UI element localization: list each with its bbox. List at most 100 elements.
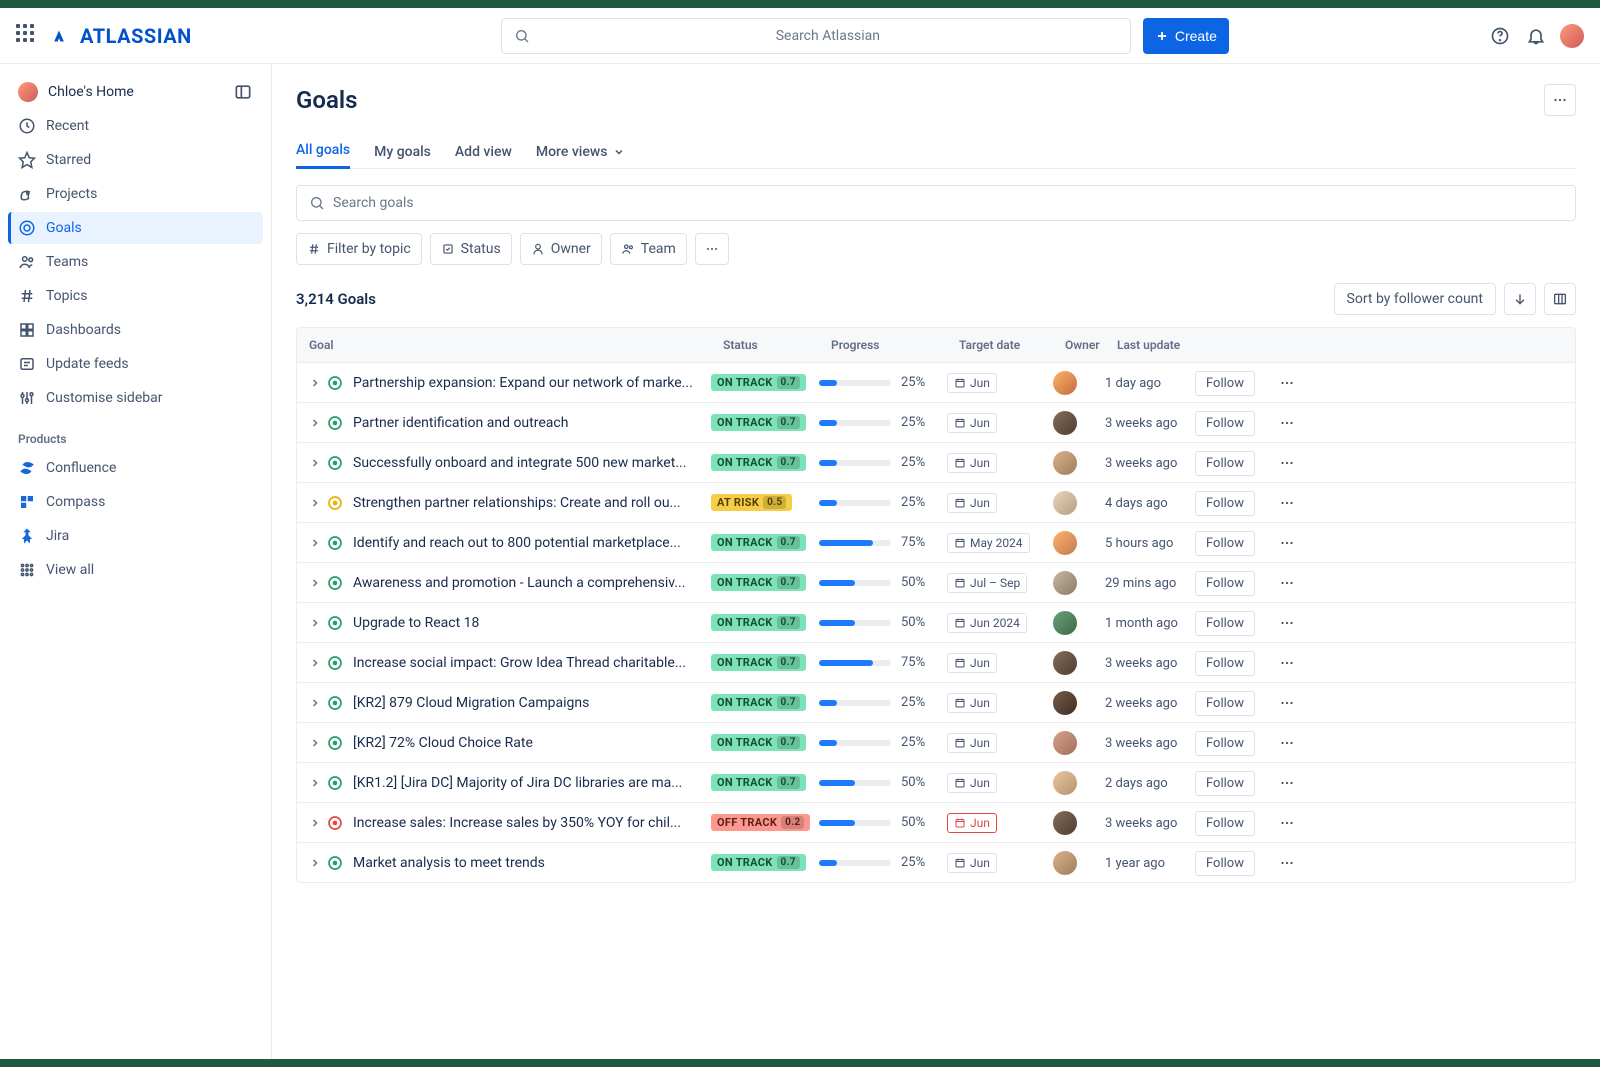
goal-name[interactable]: [KR2] 879 Cloud Migration Campaigns (345, 695, 711, 711)
help-icon[interactable] (1488, 24, 1512, 48)
follow-button[interactable]: Follow (1195, 691, 1255, 716)
follow-button[interactable]: Follow (1195, 451, 1255, 476)
row-more-actions[interactable] (1267, 854, 1307, 872)
sort-direction-button[interactable] (1504, 283, 1536, 315)
header-target-date[interactable]: Target date (959, 338, 1065, 352)
owner-avatar[interactable] (1053, 771, 1077, 795)
expand-row[interactable] (305, 817, 325, 829)
owner-avatar[interactable] (1053, 651, 1077, 675)
header-last-update[interactable]: Last update (1117, 338, 1207, 352)
notifications-icon[interactable] (1524, 24, 1548, 48)
sidebar-item-dashboards[interactable]: Dashboards (8, 314, 263, 346)
collapse-sidebar-icon[interactable] (233, 82, 253, 102)
goal-name[interactable]: Awareness and promotion - Launch a compr… (345, 575, 711, 591)
row-more-actions[interactable] (1267, 494, 1307, 512)
sidebar-product-viewall[interactable]: View all (8, 554, 263, 586)
sidebar-item-update-feeds[interactable]: Update feeds (8, 348, 263, 380)
status-badge[interactable]: ON TRACK0.7 (711, 534, 806, 551)
sidebar-product-jira[interactable]: Jira (8, 520, 263, 552)
goal-name[interactable]: Strengthen partner relationships: Create… (345, 495, 711, 511)
tab-all-goals[interactable]: All goals (296, 134, 350, 169)
owner-avatar[interactable] (1053, 491, 1077, 515)
status-badge[interactable]: ON TRACK0.7 (711, 854, 806, 871)
header-progress[interactable]: Progress (831, 338, 959, 352)
target-date-chip[interactable]: Jun (947, 453, 997, 473)
goal-search-input[interactable]: Search goals (296, 185, 1576, 221)
expand-row[interactable] (305, 577, 325, 589)
sidebar-item-projects[interactable]: Projects (8, 178, 263, 210)
follow-button[interactable]: Follow (1195, 411, 1255, 436)
goal-name[interactable]: Increase sales: Increase sales by 350% Y… (345, 815, 711, 831)
status-badge[interactable]: AT RISK0.5 (711, 494, 792, 511)
goal-name[interactable]: Successfully onboard and integrate 500 n… (345, 455, 711, 471)
target-date-chip[interactable]: Jun (947, 413, 997, 433)
sidebar-item-goals[interactable]: Goals (8, 212, 263, 244)
expand-row[interactable] (305, 457, 325, 469)
target-date-chip[interactable]: May 2024 (947, 533, 1030, 553)
target-date-chip[interactable]: Jul – Sep (947, 573, 1027, 593)
row-more-actions[interactable] (1267, 414, 1307, 432)
row-more-actions[interactable] (1267, 574, 1307, 592)
sort-button[interactable]: Sort by follower count (1334, 283, 1496, 315)
follow-button[interactable]: Follow (1195, 611, 1255, 636)
row-more-actions[interactable] (1267, 534, 1307, 552)
status-badge[interactable]: ON TRACK0.7 (711, 694, 806, 711)
expand-row[interactable] (305, 857, 325, 869)
global-search-input[interactable]: Search Atlassian (501, 18, 1131, 54)
filter-owner[interactable]: Owner (520, 233, 602, 265)
owner-avatar[interactable] (1053, 851, 1077, 875)
follow-button[interactable]: Follow (1195, 531, 1255, 556)
sidebar-item-customise[interactable]: Customise sidebar (8, 382, 263, 414)
follow-button[interactable]: Follow (1195, 851, 1255, 876)
status-badge[interactable]: ON TRACK0.7 (711, 734, 806, 751)
status-badge[interactable]: ON TRACK0.7 (711, 414, 806, 431)
row-more-actions[interactable] (1267, 374, 1307, 392)
sidebar-item-topics[interactable]: Topics (8, 280, 263, 312)
target-date-chip[interactable]: Jun 2024 (947, 613, 1027, 633)
goal-name[interactable]: [KR1.2] [Jira DC] Majority of Jira DC li… (345, 775, 711, 791)
sidebar-home[interactable]: Chloe's Home (8, 76, 263, 108)
follow-button[interactable]: Follow (1195, 771, 1255, 796)
goal-name[interactable]: Market analysis to meet trends (345, 855, 711, 871)
status-badge[interactable]: ON TRACK0.7 (711, 614, 806, 631)
status-badge[interactable]: OFF TRACK0.2 (711, 814, 810, 831)
follow-button[interactable]: Follow (1195, 371, 1255, 396)
goal-name[interactable]: [KR2] 72% Cloud Choice Rate (345, 735, 711, 751)
status-badge[interactable]: ON TRACK0.7 (711, 374, 806, 391)
header-owner[interactable]: Owner (1065, 338, 1117, 352)
owner-avatar[interactable] (1053, 811, 1077, 835)
tab-more-views[interactable]: More views (536, 134, 626, 169)
owner-avatar[interactable] (1053, 731, 1077, 755)
expand-row[interactable] (305, 537, 325, 549)
status-badge[interactable]: ON TRACK0.7 (711, 574, 806, 591)
page-more-actions[interactable] (1544, 84, 1576, 116)
header-status[interactable]: Status (723, 338, 831, 352)
sidebar-item-teams[interactable]: Teams (8, 246, 263, 278)
row-more-actions[interactable] (1267, 454, 1307, 472)
create-button[interactable]: Create (1143, 18, 1229, 54)
target-date-chip[interactable]: Jun (947, 693, 997, 713)
target-date-chip[interactable]: Jun (947, 853, 997, 873)
owner-avatar[interactable] (1053, 531, 1077, 555)
target-date-chip[interactable]: Jun (947, 773, 997, 793)
target-date-chip[interactable]: Jun (947, 493, 997, 513)
owner-avatar[interactable] (1053, 451, 1077, 475)
expand-row[interactable] (305, 617, 325, 629)
row-more-actions[interactable] (1267, 694, 1307, 712)
row-more-actions[interactable] (1267, 814, 1307, 832)
owner-avatar[interactable] (1053, 571, 1077, 595)
follow-button[interactable]: Follow (1195, 811, 1255, 836)
expand-row[interactable] (305, 737, 325, 749)
brand-logo[interactable]: ATLASSIAN (48, 24, 192, 48)
target-date-chip[interactable]: Jun (947, 733, 997, 753)
goal-name[interactable]: Partner identification and outreach (345, 415, 711, 431)
sidebar-item-starred[interactable]: Starred (8, 144, 263, 176)
columns-button[interactable] (1544, 283, 1576, 315)
tab-my-goals[interactable]: My goals (374, 134, 431, 169)
target-date-chip[interactable]: Jun (947, 653, 997, 673)
filter-status[interactable]: Status (430, 233, 512, 265)
user-avatar[interactable] (1560, 24, 1584, 48)
expand-row[interactable] (305, 377, 325, 389)
row-more-actions[interactable] (1267, 734, 1307, 752)
owner-avatar[interactable] (1053, 611, 1077, 635)
